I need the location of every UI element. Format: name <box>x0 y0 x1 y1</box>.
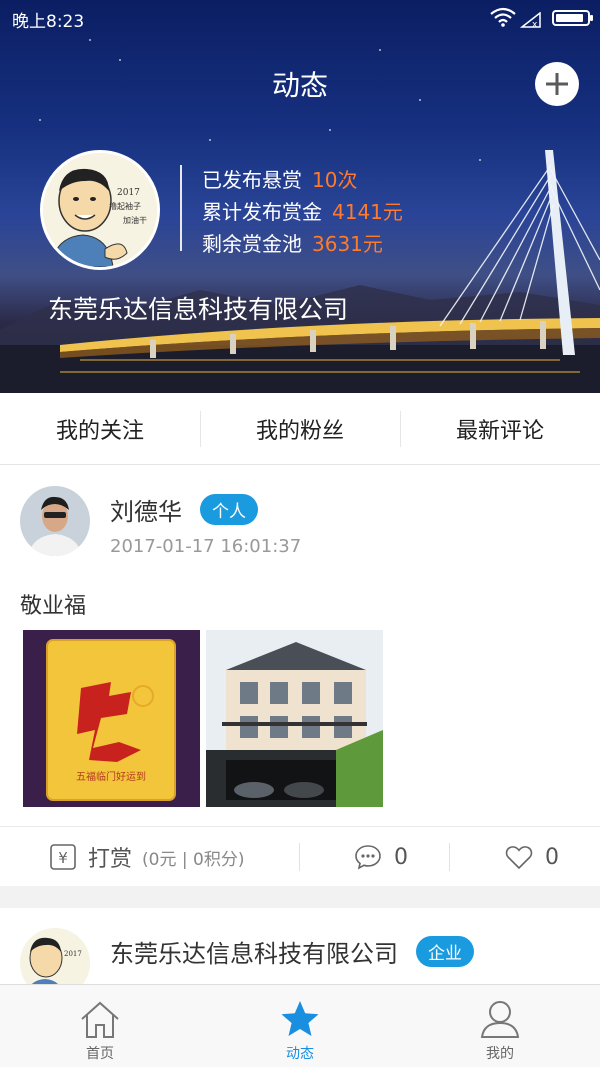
profile-header: 晚上8:23 x 动态 2017 撸起袖子 加油干 已发布悬赏 10次 累计发布… <box>0 0 600 393</box>
comment-button[interactable]: 0 <box>354 827 408 887</box>
status-time: 晚上8:23 <box>12 12 85 32</box>
post-author-name[interactable]: 东莞乐达信息科技有限公司 <box>110 940 398 968</box>
page-title: 动态 <box>271 69 328 102</box>
plus-icon <box>546 73 568 95</box>
stat-label: 剩余赏金池 <box>202 232 302 256</box>
heart-icon <box>505 846 533 870</box>
nav-label: 首页 <box>86 1046 114 1062</box>
svg-text:2017: 2017 <box>64 950 82 958</box>
signal-icon: x <box>519 11 542 33</box>
house-photo <box>206 630 383 807</box>
user-photo <box>20 486 90 556</box>
svg-text:撸起袖子: 撸起袖子 <box>109 201 141 211</box>
action-divider <box>449 843 450 871</box>
battery-icon <box>552 10 593 26</box>
nav-label: 动态 <box>286 1046 314 1062</box>
post-actions: ¥ 打赏 (0元 | 0积分) 0 0 <box>0 826 600 886</box>
post-text: 敬业福 <box>20 594 87 619</box>
post-image[interactable] <box>206 630 383 807</box>
action-divider <box>299 843 300 871</box>
stat-label: 累计发布赏金 <box>202 200 322 224</box>
post-image[interactable]: 五福临门好运到 <box>23 630 200 807</box>
tab-latest-comments[interactable]: 最新评论 <box>400 393 600 464</box>
stat-total-reward: 累计发布赏金 4141元 <box>202 196 403 225</box>
feed-post: 刘德华 个人 2017-01-17 16:01:37 敬业福 五福临门好运到 ¥… <box>0 466 600 886</box>
feed-tabs: 我的关注 我的粉丝 最新评论 <box>0 393 600 465</box>
reward-button[interactable]: ¥ 打赏 (0元 | 0积分) <box>50 827 244 887</box>
star-icon <box>281 1001 319 1036</box>
tab-fans[interactable]: 我的粉丝 <box>200 393 400 464</box>
user-icon <box>480 1001 520 1038</box>
avatar[interactable]: 2017 <box>20 928 90 984</box>
stat-published-count: 已发布悬赏 10次 <box>202 164 357 193</box>
svg-text:x: x <box>532 20 538 28</box>
cartoon-avatar-image: 2017 撸起袖子 加油干 <box>43 153 157 267</box>
nav-me[interactable]: 我的 <box>400 985 600 1067</box>
feed-post: 2017 东莞乐达信息科技有限公司 企业 <box>0 908 600 984</box>
nav-feed[interactable]: 动态 <box>200 985 400 1067</box>
svg-text:五福临门好运到: 五福临门好运到 <box>76 770 146 783</box>
avatar[interactable] <box>20 486 90 556</box>
reward-label: 打赏 <box>88 847 133 872</box>
stat-value: 10次 <box>312 168 358 192</box>
comment-count: 0 <box>394 844 408 870</box>
yuan-icon: ¥ <box>50 844 76 870</box>
cartoon-avatar-image: 2017 <box>20 928 90 984</box>
account-type-badge: 企业 <box>416 936 474 967</box>
post-time: 2017-01-17 16:01:37 <box>110 536 302 557</box>
stat-label: 已发布悬赏 <box>202 168 302 192</box>
stat-value: 4141元 <box>332 200 403 224</box>
reward-detail: (0元 | 0积分) <box>142 849 245 870</box>
profile-divider <box>180 165 182 251</box>
post-separator <box>0 886 600 908</box>
comment-icon <box>355 845 381 870</box>
svg-text:2017: 2017 <box>117 188 140 198</box>
add-button[interactable] <box>535 62 579 106</box>
home-icon <box>81 1001 119 1038</box>
stat-value: 3631元 <box>312 232 383 256</box>
post-author-name[interactable]: 刘德华 <box>110 498 182 526</box>
account-type-badge: 个人 <box>200 494 258 525</box>
status-bar: 晚上8:23 x <box>0 0 600 34</box>
svg-text:¥: ¥ <box>58 849 68 867</box>
post-author: 东莞乐达信息科技有限公司 企业 <box>110 934 474 969</box>
like-button[interactable]: 0 <box>505 827 559 887</box>
stat-remaining-pool: 剩余赏金池 3631元 <box>202 228 383 257</box>
profile-avatar[interactable]: 2017 撸起袖子 加油干 <box>40 150 160 270</box>
svg-text:加油干: 加油干 <box>123 215 147 225</box>
fortune-card-image: 五福临门好运到 <box>23 630 200 807</box>
post-author: 刘德华 个人 <box>110 492 258 527</box>
bottom-navigation: 首页 动态 我的 <box>0 984 600 1067</box>
like-count: 0 <box>545 844 559 870</box>
nav-label: 我的 <box>486 1046 514 1062</box>
company-name: 东莞乐达信息科技有限公司 <box>48 295 349 324</box>
tab-following[interactable]: 我的关注 <box>0 393 200 464</box>
wifi-icon <box>490 7 516 32</box>
nav-home[interactable]: 首页 <box>0 985 200 1067</box>
